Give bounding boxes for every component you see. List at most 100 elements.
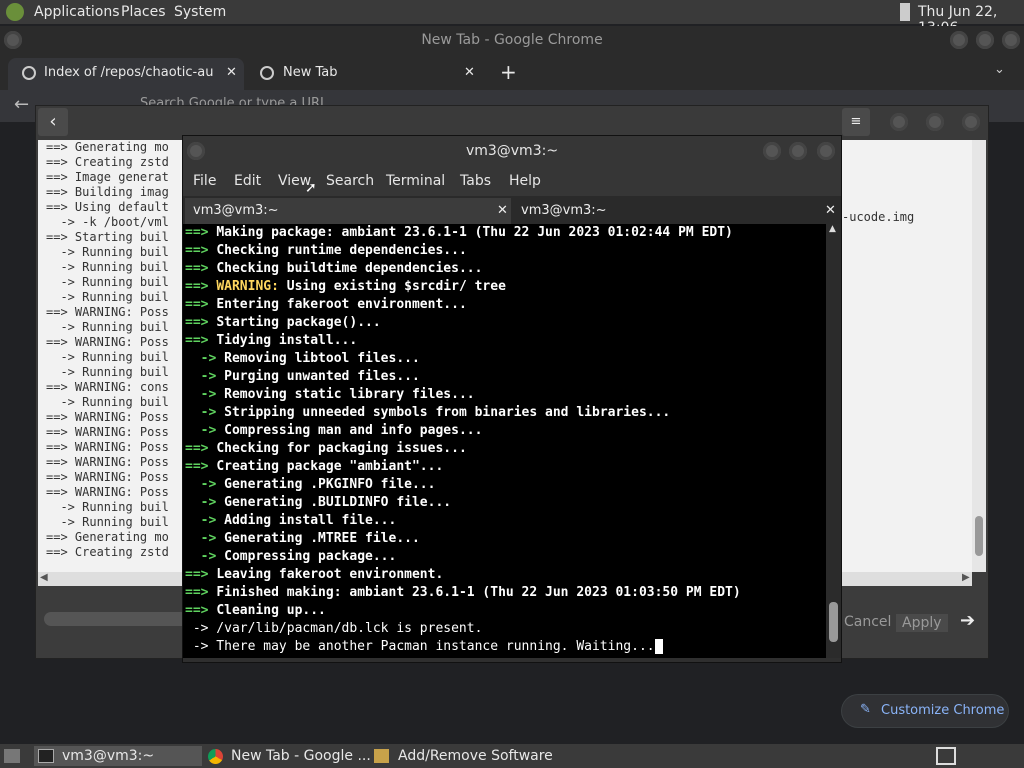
taskbar-item-terminal[interactable]: vm3@vm3:~ [34,746,202,766]
back-arrow-icon[interactable]: ← [14,94,29,115]
scroll-up-arrow-icon[interactable]: ▲ [829,224,836,234]
chrome-window-title: New Tab - Google Chrome [0,26,1024,54]
chrome-icon [208,749,223,764]
terminal-line: -> Stripping unneeded symbols from binar… [185,405,671,420]
terminal-maximize-button[interactable] [789,142,807,160]
terminal-tab-2[interactable]: vm3@vm3:~ ✕ [513,198,839,224]
terminal-line: -> /var/lib/pacman/db.lck is present. [185,621,483,636]
terminal-line: -> Removing libtool files... [185,351,420,366]
terminal-cursor [654,639,663,654]
globe-icon [260,66,274,80]
tab-search-chevron-icon[interactable]: ⌄ [994,62,1005,77]
terminal-line: ==> Entering fakeroot environment... [185,297,467,312]
sound-icon[interactable] [900,3,910,21]
scroll-right-arrow-icon[interactable]: ▶ [962,572,970,583]
menu-applications[interactable]: Applications [34,4,120,20]
taskbar-item-add-remove-software[interactable]: Add/Remove Software [372,746,562,766]
terminal-line: -> Removing static library files... [185,387,475,402]
workspace-switcher-icon[interactable] [936,747,956,765]
maximize-button[interactable] [976,31,994,49]
new-tab-button[interactable]: + [500,60,517,84]
chrome-tab-index[interactable]: Index of /repos/chaotic-aur/x8 ✕ [8,58,244,90]
dialog-log-right-part: -ucode.img [842,140,972,572]
tab-label: vm3@vm3:~ [193,203,279,218]
minimize-button[interactable] [950,31,968,49]
terminal-line: ==> Finished making: ambiant 23.6.1-1 (T… [185,585,741,600]
customize-chrome-button[interactable]: ✎ Customize Chrome [842,695,1008,727]
terminal-tab-1[interactable]: vm3@vm3:~ ✕ [185,198,511,224]
terminal-minimize-button[interactable] [763,142,781,160]
terminal-title: vm3@vm3:~ [183,136,841,166]
terminal-line: ==> Cleaning up... [185,603,326,618]
menu-terminal[interactable]: Terminal [386,173,445,189]
scroll-thumb[interactable] [975,516,983,556]
menu-help[interactable]: Help [509,173,541,189]
menu-file[interactable]: File [193,173,216,189]
chrome-tabstrip: Index of /repos/chaotic-aur/x8 ✕ New Tab… [0,54,1024,90]
terminal-icon [38,749,54,763]
menu-system[interactable]: System [174,4,226,20]
window-menu-button[interactable] [4,31,22,49]
terminal-line: -> Generating .MTREE file... [185,531,420,546]
dialog-maximize-button[interactable] [926,113,944,131]
dialog-vertical-scrollbar[interactable] [972,140,986,572]
menu-edit[interactable]: Edit [234,173,261,189]
top-panel: Applications Places System Thu Jun 22, 1… [0,0,1024,36]
terminal-line: ==> Checking buildtime dependencies... [185,261,483,276]
terminal-line: ==> Making package: ambiant 23.6.1-1 (Th… [185,225,733,240]
terminal-line: -> Compressing package... [185,549,397,564]
tab-close-icon[interactable]: ✕ [497,198,508,224]
menu-search[interactable]: Search [326,173,374,189]
scroll-left-arrow-icon[interactable]: ◀ [40,572,48,583]
taskbar-item-chrome[interactable]: New Tab - Google ... [206,746,371,766]
globe-icon [22,66,36,80]
hamburger-menu-icon[interactable]: ≡ [842,108,870,136]
dialog-minimize-button[interactable] [890,113,908,131]
taskbar-label: New Tab - Google ... [231,748,371,764]
tab-label: vm3@vm3:~ [521,203,607,218]
terminal-line: -> Compressing man and info pages... [185,423,483,438]
taskbar-label: vm3@vm3:~ [62,748,155,764]
tab-close-icon[interactable]: ✕ [825,198,836,224]
terminal-line: -> There may be another Pacman instance … [183,638,826,656]
terminal-line: ==> Tidying install... [185,333,358,348]
terminal-line: ==> Creating package "ambiant"... [185,459,444,474]
tab-label: New Tab [283,65,338,80]
menu-tabs[interactable]: Tabs [460,173,491,189]
mouse-pointer-icon: ➚ [305,180,317,196]
chrome-tab-newtab[interactable]: New Tab ✕ [250,58,486,90]
cancel-button[interactable]: Cancel [844,614,891,630]
terminal-tabbar: vm3@vm3:~ ✕ vm3@vm3:~ ✕ [183,196,841,224]
terminal-line: -> Generating .BUILDINFO file... [185,495,452,510]
terminal-line: ==> Checking for packaging issues... [185,441,467,456]
tab-close-icon[interactable]: ✕ [464,58,475,88]
dialog-header: ‹ ≡ [36,106,988,140]
scroll-thumb[interactable] [829,602,838,642]
terminal-window: vm3@vm3:~ File Edit View Search Terminal… [183,136,841,662]
back-button[interactable]: ‹ [38,108,68,136]
terminal-output[interactable]: ==> Making package: ambiant 23.6.1-1 (Th… [183,224,826,658]
package-icon [374,749,389,763]
terminal-line: -> Adding install file... [185,513,397,528]
terminal-close-button[interactable] [817,142,835,160]
terminal-line: -> Generating .PKGINFO file... [185,477,436,492]
terminal-scrollbar[interactable]: ▲ [826,224,841,658]
taskbar-label: Add/Remove Software [398,748,553,764]
show-desktop-icon[interactable] [4,749,20,763]
log-fragment: -ucode.img [842,210,915,224]
terminal-line: ==> Leaving fakeroot environment. [185,567,444,582]
menu-places[interactable]: Places [121,4,166,20]
tab-close-icon[interactable]: ✕ [226,58,237,88]
close-window-button[interactable] [1002,31,1020,49]
distro-logo-icon[interactable] [6,3,24,21]
terminal-menubar: File Edit View Search Terminal Tabs Help… [183,166,841,196]
terminal-line: ==> WARNING: Using existing $srcdir/ tre… [185,279,506,294]
tab-label: Index of /repos/chaotic-aur/x8 [44,65,214,80]
bottom-taskbar: vm3@vm3:~ New Tab - Google ... Add/Remov… [0,744,1024,768]
progress-bar [44,612,204,626]
terminal-line: ==> Starting package()... [185,315,381,330]
terminal-menu-button[interactable] [187,142,205,160]
dialog-close-button[interactable] [962,113,980,131]
apply-button[interactable]: Apply [896,614,948,632]
next-arrow-icon[interactable]: ➔ [960,610,975,631]
